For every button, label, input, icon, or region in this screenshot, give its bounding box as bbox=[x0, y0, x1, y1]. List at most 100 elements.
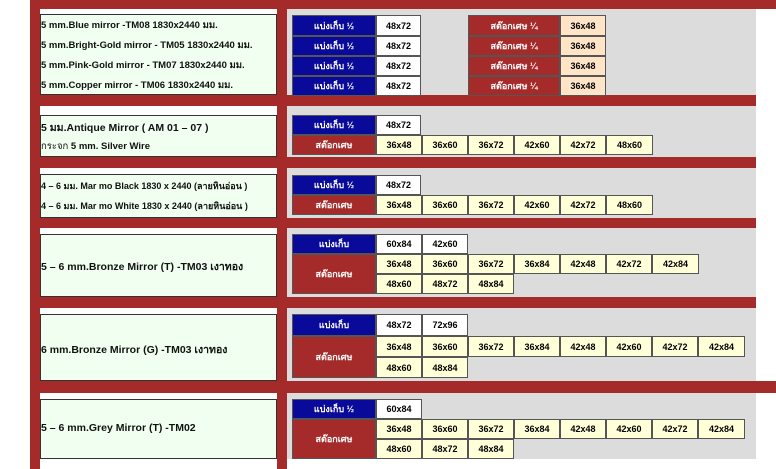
stock-size-cell: 42x84 bbox=[698, 419, 745, 439]
split-half-label: แบ่งเก็บ ½ bbox=[292, 115, 376, 135]
size-cell: 48x72 bbox=[376, 115, 421, 135]
stock-size-cell: 36x72 bbox=[468, 195, 514, 215]
product-name-rest: 5 mm. Silver Wire bbox=[68, 141, 151, 152]
size-cell: 42x60 bbox=[422, 234, 468, 254]
split-label: แบ่งเก็บ bbox=[292, 314, 376, 336]
stock-size-cell: 42x60 bbox=[514, 195, 560, 215]
section-separator bbox=[30, 297, 756, 308]
stock-size-cell: 36x48 bbox=[560, 36, 606, 56]
product-name: 5 mm.Copper mirror - TM06 1830x2440 มม. bbox=[41, 80, 234, 91]
stock-quarter-label: สต๊อกเศษ ¼ bbox=[468, 56, 560, 76]
stock-size-cell: 36x48 bbox=[376, 419, 422, 439]
stock-label: สต๊อกเศษ bbox=[292, 419, 376, 459]
stock-label: สต๊อกเศษ bbox=[292, 135, 376, 155]
stock-size-cell: 42x60 bbox=[606, 419, 652, 439]
split-half-label: แบ่งเก็บ ½ bbox=[292, 399, 376, 419]
stock-size-cell: 36x48 bbox=[376, 135, 422, 155]
stock-size-cell: 42x84 bbox=[652, 254, 699, 274]
section-separator bbox=[30, 95, 756, 106]
stock-size-cell: 48x60 bbox=[376, 357, 422, 378]
section-separator bbox=[30, 157, 756, 168]
stock-size-cell: 48x84 bbox=[468, 274, 514, 294]
stock-size-cell: 42x48 bbox=[560, 336, 606, 357]
product-name-line2: กระจก 5 mm. Silver Wire bbox=[41, 139, 150, 154]
size-cell: 48x72 bbox=[376, 175, 421, 195]
product-name: 5 mm.Pink-Gold mirror - TM07 1830x2440 ม… bbox=[41, 60, 245, 71]
stock-size-cell: 42x60 bbox=[514, 135, 560, 155]
top-band bbox=[30, 0, 776, 9]
stock-quarter-label: สต๊อกเศษ ¼ bbox=[468, 36, 560, 56]
stock-quarter-label: สต๊อกเศษ ¼ bbox=[468, 15, 560, 36]
left-frame-bar bbox=[30, 0, 40, 469]
stock-size-cell: 36x60 bbox=[422, 336, 468, 357]
stock-size-cell: 42x72 bbox=[560, 135, 606, 155]
size-cell: 60x84 bbox=[376, 399, 422, 419]
stock-size-cell: 42x48 bbox=[560, 254, 606, 274]
split-label: แบ่งเก็บ bbox=[292, 234, 376, 254]
stock-size-cell: 48x60 bbox=[606, 195, 653, 215]
stock-size-cell: 36x60 bbox=[422, 254, 468, 274]
section-separator bbox=[30, 218, 756, 228]
size-cell: 60x84 bbox=[376, 234, 422, 254]
size-cell: 48x72 bbox=[376, 36, 421, 56]
product-name: 6 mm.Bronze Mirror (G) -TM03 เงาทอง bbox=[41, 344, 228, 356]
stock-size-cell: 42x72 bbox=[652, 419, 698, 439]
split-half-label: แบ่งเก็บ ½ bbox=[292, 56, 376, 76]
stock-size-cell: 42x48 bbox=[560, 419, 606, 439]
stock-size-cell: 48x60 bbox=[376, 274, 422, 294]
stock-size-cell: 36x48 bbox=[560, 76, 606, 96]
product-name: 5 – 6 mm.Grey Mirror (T) -TM02 bbox=[41, 422, 196, 434]
product-text-s2: 5 มม.Antique Mirror ( AM 01 – 07 ) กระจก… bbox=[41, 116, 276, 156]
stock-size-cell: 36x84 bbox=[514, 336, 560, 357]
stock-size-cell: 36x72 bbox=[468, 135, 514, 155]
product-name: 4 – 6 มม. Mar mo Black 1830 x 2440 (ลายห… bbox=[41, 181, 248, 191]
product-name: 5 mm.Blue mirror -TM08 1830x2440 มม. bbox=[41, 20, 218, 31]
stock-label: สต๊อกเศษ bbox=[292, 254, 376, 294]
stock-size-cell: 42x84 bbox=[698, 336, 745, 357]
stock-size-cell: 48x72 bbox=[422, 274, 468, 294]
product-text-s6: 5 – 6 mm.Grey Mirror (T) -TM02 bbox=[41, 400, 276, 458]
stock-label: สต๊อกเศษ bbox=[292, 336, 376, 378]
stock-size-cell: 36x48 bbox=[376, 336, 422, 357]
stock-size-cell: 36x48 bbox=[376, 195, 422, 215]
product-text-s5: 6 mm.Bronze Mirror (G) -TM03 เงาทอง bbox=[41, 315, 276, 380]
product-name-prefix: กระจก bbox=[41, 141, 69, 152]
stock-size-cell: 36x48 bbox=[560, 15, 606, 36]
stock-size-cell: 42x72 bbox=[560, 195, 606, 215]
product-text-s3: 4 – 6 มม. Mar mo Black 1830 x 2440 (ลายห… bbox=[41, 175, 276, 217]
split-half-label: แบ่งเก็บ ½ bbox=[292, 175, 376, 195]
stock-size-cell: 42x72 bbox=[652, 336, 698, 357]
stock-size-cell: 36x84 bbox=[514, 419, 560, 439]
center-divider-bar bbox=[277, 0, 287, 469]
stock-size-cell: 36x72 bbox=[468, 254, 514, 274]
stock-size-cell: 36x72 bbox=[468, 419, 514, 439]
stock-size-cell: 42x72 bbox=[606, 254, 652, 274]
size-cell: 48x72 bbox=[376, 15, 421, 36]
stock-size-cell: 36x84 bbox=[514, 254, 560, 274]
product-text-s4: 5 – 6 mm.Bronze Mirror (T) -TM03 เงาทอง bbox=[41, 235, 276, 296]
product-name: 4 – 6 มม. Mar mo White 1830 x 2440 (ลายห… bbox=[41, 201, 248, 211]
stock-size-cell: 36x48 bbox=[560, 56, 606, 76]
stock-size-cell: 42x60 bbox=[606, 336, 652, 357]
stock-label: สต๊อกเศษ bbox=[292, 195, 376, 215]
stock-size-cell: 36x48 bbox=[376, 254, 422, 274]
stock-size-cell: 48x84 bbox=[422, 357, 468, 378]
product-name: 5 – 6 mm.Bronze Mirror (T) -TM03 เงาทอง bbox=[41, 261, 244, 273]
split-half-label: แบ่งเก็บ ½ bbox=[292, 36, 376, 56]
stock-size-cell: 36x72 bbox=[468, 336, 514, 357]
product-list: 5 mm.Blue mirror -TM08 1830x2440 มม. 5 m… bbox=[41, 15, 276, 95]
split-half-label: แบ่งเก็บ ½ bbox=[292, 76, 376, 96]
size-cell: 48x72 bbox=[376, 76, 421, 96]
stock-size-cell: 36x60 bbox=[422, 135, 468, 155]
stock-size-cell: 36x60 bbox=[422, 419, 468, 439]
size-cell: 48x72 bbox=[376, 314, 422, 336]
stock-quarter-label: สต๊อกเศษ ¼ bbox=[468, 76, 560, 96]
stock-size-cell: 48x60 bbox=[376, 439, 422, 459]
size-cell: 72x96 bbox=[422, 314, 468, 336]
stock-size-cell: 48x72 bbox=[422, 439, 468, 459]
section-separator bbox=[30, 381, 776, 393]
stock-size-cell: 48x60 bbox=[606, 135, 653, 155]
product-name: 5 mm.Bright-Gold mirror - TM05 1830x2440… bbox=[41, 40, 253, 51]
stock-size-cell: 36x60 bbox=[422, 195, 468, 215]
split-half-label: แบ่งเก็บ ½ bbox=[292, 15, 376, 36]
